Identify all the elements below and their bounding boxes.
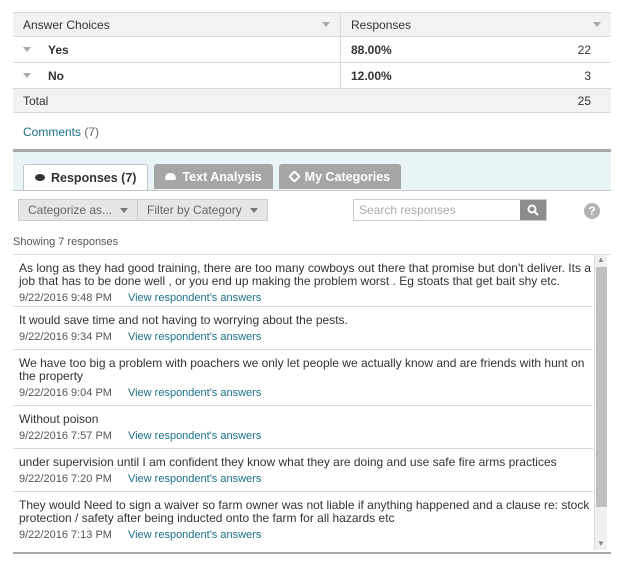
- list-item: It would save time and not having to wor…: [13, 307, 593, 350]
- response-text: It would save time and not having to wor…: [19, 313, 348, 327]
- answer-choices-header[interactable]: Answer Choices: [13, 13, 341, 36]
- total-label: Total: [23, 93, 49, 108]
- answer-choices-label: Answer Choices: [23, 17, 110, 32]
- response-text: Without poison: [19, 412, 99, 426]
- responses-panel: Responses (7) Text Analysis My Categorie…: [13, 149, 611, 558]
- toolbar: Categorize as... Filter by Category: [18, 199, 268, 221]
- response-date: 9/22/2016 7:13 PM: [19, 529, 112, 541]
- search-box: [353, 199, 547, 221]
- scroll-down-icon[interactable]: ▼: [597, 539, 605, 548]
- filter-label: Filter by Category: [147, 203, 242, 217]
- categorize-dropdown[interactable]: Categorize as...: [18, 199, 139, 221]
- list-item: Without poison 9/22/2016 7:57 PM View res…: [13, 406, 593, 449]
- response-date: 9/22/2016 7:20 PM: [19, 473, 112, 485]
- tab-bar: Responses (7) Text Analysis My Categorie…: [23, 164, 402, 190]
- tab-text-analysis[interactable]: Text Analysis: [154, 164, 273, 189]
- answer-label: Yes: [48, 42, 69, 57]
- view-answers-link[interactable]: View respondent's answers: [128, 292, 261, 304]
- total-value: 25: [577, 93, 591, 108]
- search-button[interactable]: [520, 200, 546, 220]
- response-text: They would Need to sign a waiver so farm…: [19, 498, 590, 525]
- tab-my-categories[interactable]: My Categories: [278, 164, 402, 189]
- responses-header[interactable]: Responses: [341, 13, 611, 36]
- scroll-up-icon[interactable]: ▲: [597, 255, 605, 264]
- response-date: 9/22/2016 7:57 PM: [19, 430, 112, 442]
- total-row: Total 25: [13, 89, 611, 113]
- help-icon[interactable]: ?: [584, 203, 600, 219]
- list-item: They would Need to sign a waiver so farm…: [13, 492, 593, 548]
- chevron-down-icon: [120, 207, 129, 213]
- tab-label: Responses (7): [51, 170, 137, 185]
- expand-caret-icon[interactable]: [23, 47, 31, 52]
- answer-percent: 12.00%: [351, 68, 392, 83]
- view-answers-link[interactable]: View respondent's answers: [128, 473, 261, 485]
- view-answers-link[interactable]: View respondent's answers: [128, 430, 261, 442]
- table-header: Answer Choices Responses: [13, 12, 611, 37]
- view-answers-link[interactable]: View respondent's answers: [128, 331, 261, 343]
- sort-caret-icon: [322, 22, 330, 27]
- view-answers-link[interactable]: View respondent's answers: [128, 387, 261, 399]
- speech-bubble-icon: [35, 174, 45, 181]
- tab-responses[interactable]: Responses (7): [23, 164, 149, 190]
- showing-count: Showing 7 responses: [13, 236, 119, 248]
- table-row: No 12.00% 3: [13, 63, 611, 89]
- answer-count: 22: [577, 42, 591, 57]
- answer-percent: 88.00%: [351, 42, 392, 57]
- scrollbar[interactable]: ▲ ▼: [594, 255, 607, 550]
- response-date: 9/22/2016 9:34 PM: [19, 331, 112, 343]
- table-row: Yes 88.00% 22: [13, 37, 611, 63]
- answer-label: No: [48, 68, 64, 83]
- cloud-icon: [165, 173, 177, 180]
- sort-caret-icon: [593, 22, 601, 27]
- search-icon: [527, 204, 539, 216]
- comments-label: Comments: [23, 125, 82, 139]
- tab-label: Text Analysis: [182, 169, 262, 184]
- response-date: 9/22/2016 9:48 PM: [19, 292, 112, 304]
- filter-dropdown[interactable]: Filter by Category: [138, 199, 268, 221]
- response-list: As long as they had good training, there…: [13, 254, 611, 550]
- answer-count: 3: [584, 68, 591, 83]
- scrollbar-thumb[interactable]: [596, 267, 607, 507]
- list-item: As long as they had good training, there…: [13, 255, 593, 307]
- panel-bottom-divider: [13, 552, 611, 554]
- categorize-label: Categorize as...: [28, 203, 113, 217]
- chevron-down-icon: [249, 207, 258, 213]
- list-item: under supervision until I am confident t…: [13, 449, 593, 492]
- response-date: 9/22/2016 9:04 PM: [19, 387, 112, 399]
- view-answers-link[interactable]: View respondent's answers: [128, 529, 261, 541]
- expand-caret-icon[interactable]: [23, 73, 31, 78]
- response-text: As long as they had good training, there…: [19, 261, 591, 288]
- comments-count: (7): [84, 125, 100, 139]
- comments-link[interactable]: Comments (7): [23, 125, 99, 139]
- list-item: We have too big a problem with poachers …: [13, 350, 593, 406]
- tab-label: My Categories: [304, 169, 391, 184]
- response-text: under supervision until I am confident t…: [19, 455, 557, 469]
- search-input[interactable]: [354, 200, 520, 220]
- answer-summary-table: Answer Choices Responses Yes 88.00% 22 N…: [13, 12, 611, 113]
- tag-icon: [287, 170, 301, 183]
- response-text: We have too big a problem with poachers …: [19, 356, 585, 383]
- responses-content: Categorize as... Filter by Category ? Sh…: [13, 190, 611, 558]
- responses-label: Responses: [351, 17, 412, 32]
